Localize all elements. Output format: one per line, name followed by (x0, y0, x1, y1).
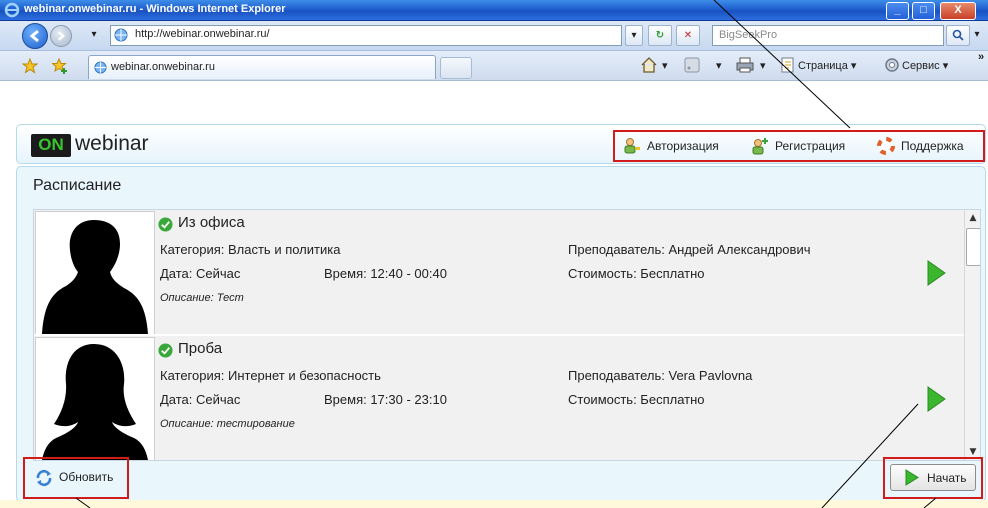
page-menu-label: Страница (798, 60, 848, 72)
tools-menu[interactable]: Сервис ▾ (902, 59, 948, 72)
search-input[interactable]: BigSeekPro (712, 25, 944, 46)
top-links-group: Авторизация Регистрация Поддержка (613, 130, 985, 162)
feeds-icon[interactable] (684, 57, 700, 73)
site-header: ON webinar Авторизация Регистрация Подде… (16, 124, 986, 164)
scroll-up-arrow[interactable]: ▲ (965, 210, 980, 226)
play-icon[interactable] (926, 260, 946, 286)
webinar-item[interactable]: Проба Категория: Интернет и безопасность… (34, 336, 964, 460)
webinar-name: Проба (178, 340, 223, 357)
refresh-page-button[interactable]: ↻ (648, 25, 672, 46)
webinar-list: Из офиса Категория: Власть и политика Да… (33, 209, 981, 461)
user-key-icon (624, 138, 640, 154)
page-icon (781, 57, 794, 73)
schedule-panel: Расписание Из офиса Категория: Власть и … (16, 166, 986, 502)
url-dropdown-button[interactable]: ▾ (625, 25, 643, 46)
webinar-time: Время: 12:40 - 00:40 (324, 266, 447, 281)
user-add-icon (752, 138, 768, 155)
tab-webinar[interactable]: webinar.onwebinar.ru (88, 55, 436, 79)
forward-arrow-icon (58, 31, 66, 41)
webinar-time: Время: 17:30 - 23:10 (324, 392, 447, 407)
new-tab-button[interactable] (440, 57, 472, 79)
webinar-teacher: Преподаватель: Андрей Александрович (568, 242, 811, 257)
webinar-category: Категория: Интернет и безопасность (160, 368, 381, 383)
webinar-date: Дата: Сейчас (160, 266, 241, 281)
print-icon[interactable] (736, 57, 754, 73)
maximize-button[interactable]: □ (912, 2, 935, 20)
webinar-price: Стоимость: Бесплатно (568, 392, 705, 407)
webinar-price: Стоимость: Бесплатно (568, 266, 705, 281)
webinar-date: Дата: Сейчас (160, 392, 241, 407)
close-button[interactable]: X (940, 2, 976, 20)
history-dropdown-button[interactable]: ▾ (86, 25, 102, 44)
logo-text: webinar (75, 132, 149, 155)
add-favorite-icon[interactable] (52, 58, 68, 74)
search-button[interactable] (946, 25, 970, 46)
lifebuoy-icon (877, 137, 895, 155)
address-bar: ▾ http://webinar.onwebinar.ru/ ▾ ↻ ✕ Big… (0, 21, 988, 51)
window-title: webinar.onwebinar.ru - Windows Internet … (24, 3, 286, 15)
scroll-thumb[interactable] (966, 228, 980, 266)
webinar-description: Описание: Тест (160, 292, 244, 304)
ie-logo-icon (4, 2, 20, 18)
webinar-category: Категория: Власть и политика (160, 242, 341, 257)
minimize-button[interactable]: _ (886, 2, 909, 20)
play-icon (905, 469, 919, 486)
refresh-button[interactable]: Обновить (23, 457, 129, 499)
start-button-label: Начать (927, 471, 967, 485)
home-dropdown[interactable]: ▾ (662, 59, 668, 72)
chevron-more-icon[interactable]: » (978, 51, 984, 63)
webinar-item[interactable]: Из офиса Категория: Власть и политика Да… (34, 210, 964, 335)
url-field[interactable]: http://webinar.onwebinar.ru/ (110, 25, 622, 46)
support-link-label: Поддержка (901, 139, 964, 153)
start-button-highlight: Начать (883, 457, 983, 499)
tab-label: webinar.onwebinar.ru (111, 61, 215, 73)
start-button[interactable]: Начать (890, 464, 976, 491)
check-circle-icon (158, 217, 173, 232)
search-options-button[interactable]: ▾ (970, 25, 984, 44)
search-placeholder: BigSeekPro (719, 29, 778, 41)
gear-icon (885, 58, 899, 72)
tab-bar: webinar.onwebinar.ru ▾ ▾ ▾ Страница ▾ Се… (0, 51, 988, 81)
tools-menu-label: Сервис (902, 60, 940, 72)
tab-globe-icon (94, 61, 107, 74)
favorites-star-icon[interactable] (22, 58, 38, 74)
refresh-button-label: Обновить (59, 470, 114, 484)
male-silhouette-icon (42, 220, 148, 334)
auth-link-label: Авторизация (647, 139, 719, 153)
back-arrow-icon (29, 29, 39, 43)
female-silhouette-icon (42, 344, 148, 460)
list-scrollbar[interactable]: ▲ ▼ (964, 210, 980, 460)
presenter-avatar (35, 337, 155, 460)
play-icon[interactable] (926, 386, 946, 412)
presenter-avatar (35, 211, 155, 335)
page-globe-icon (114, 28, 128, 42)
webinar-name: Из офиса (178, 214, 245, 231)
back-button[interactable] (22, 23, 48, 49)
status-strip (0, 500, 988, 508)
schedule-title: Расписание (33, 177, 122, 194)
feeds-dropdown[interactable]: ▾ (716, 59, 722, 72)
forward-button[interactable] (50, 25, 72, 47)
window-titlebar: webinar.onwebinar.ru - Windows Internet … (0, 0, 988, 21)
webinar-teacher: Преподаватель: Vera Pavlovna (568, 368, 753, 383)
print-dropdown[interactable]: ▾ (760, 59, 766, 72)
search-icon (952, 29, 964, 41)
stop-button[interactable]: ✕ (676, 25, 700, 46)
register-link-label: Регистрация (775, 139, 846, 153)
home-icon[interactable] (640, 56, 658, 74)
logo-badge: ON (31, 134, 71, 157)
check-circle-icon (158, 343, 173, 358)
refresh-icon (36, 469, 52, 487)
url-text: http://webinar.onwebinar.ru/ (135, 28, 270, 40)
page-menu[interactable]: Страница ▾ (798, 59, 856, 72)
webinar-description: Описание: тестирование (160, 418, 295, 430)
